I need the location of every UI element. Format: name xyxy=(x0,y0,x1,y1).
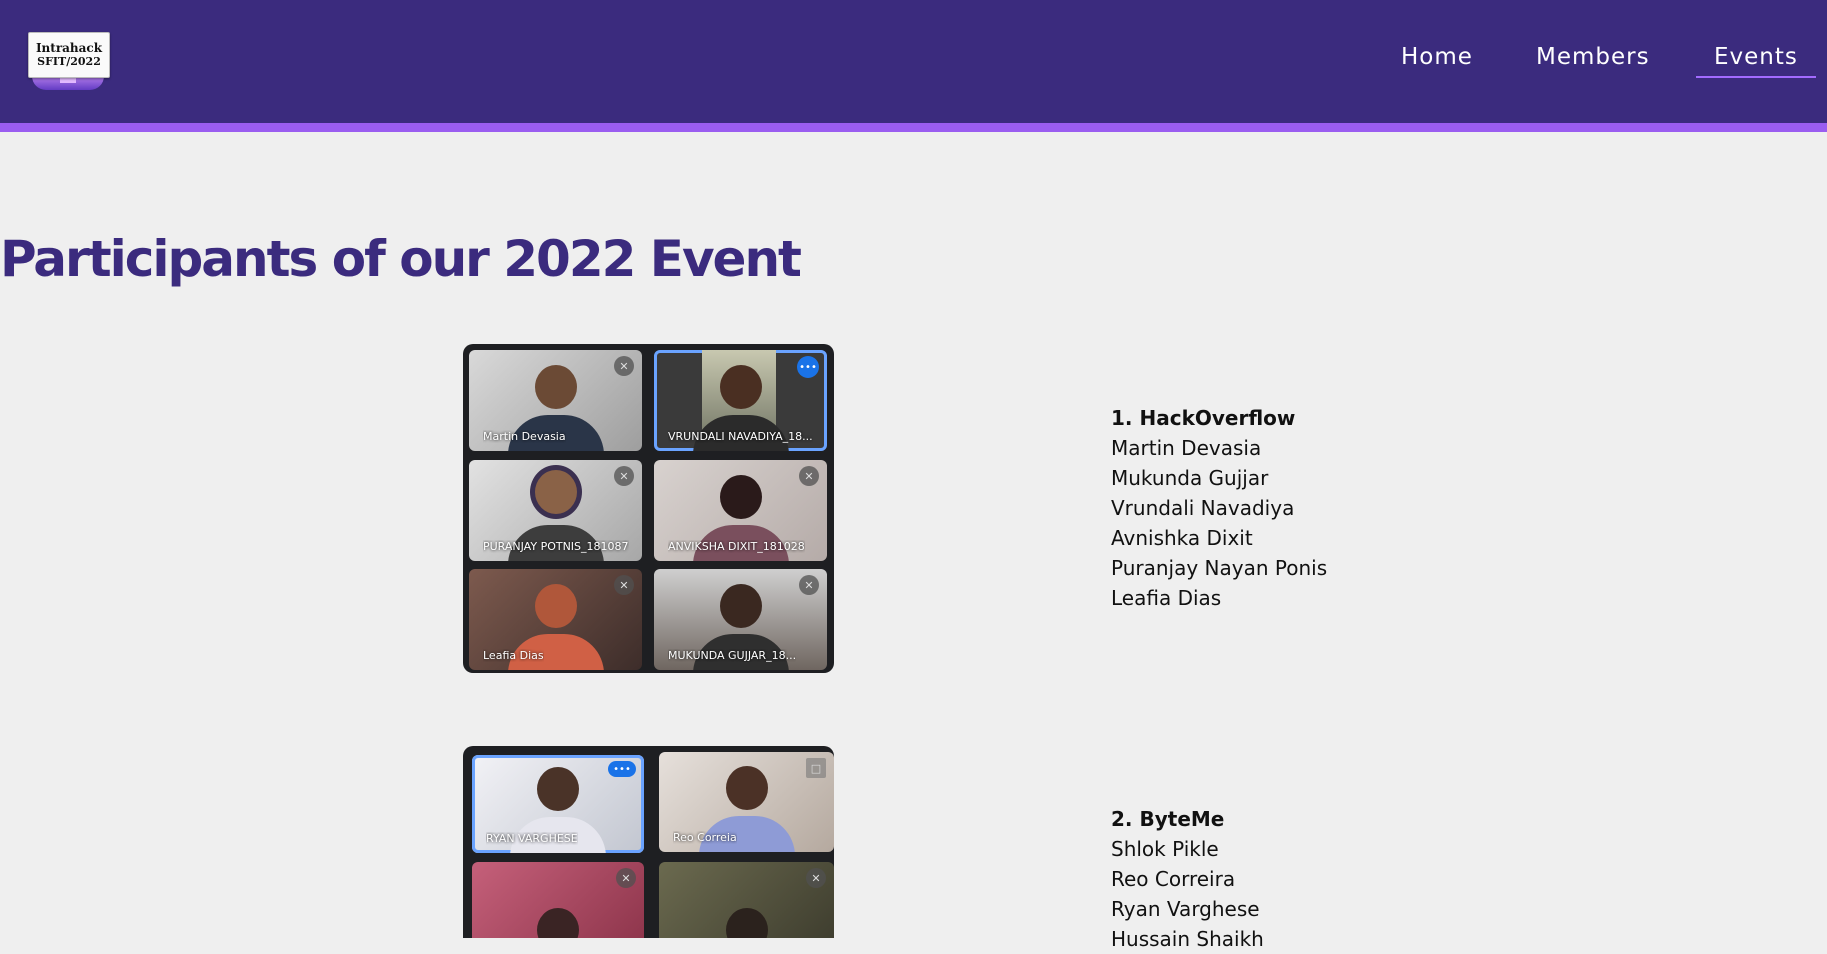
team-name: 1. HackOverflow xyxy=(1111,406,1296,430)
mic-off-icon: ✕ xyxy=(799,466,819,486)
nav-members-link[interactable]: Members xyxy=(1536,44,1650,70)
team-member: Reo Correira xyxy=(1111,867,1236,891)
team-member: Ryan Varghese xyxy=(1111,897,1260,921)
screen-icon: □ xyxy=(806,758,826,778)
logo-text-line2: SFIT/2022 xyxy=(37,55,101,68)
logo-text-line1: Intrahack xyxy=(35,41,103,55)
tile-label: Leafia Dias xyxy=(483,649,544,662)
nav-home-link[interactable]: Home xyxy=(1401,44,1473,70)
team-name: 2. ByteMe xyxy=(1111,807,1225,831)
navbar: Intrahack SFIT/2022 Home Members Events xyxy=(0,0,1827,123)
navbar-accent-bar xyxy=(0,123,1827,132)
video-tile: ✕ MUKUNDA GUJJAR_18... xyxy=(654,569,827,670)
team-1-meeting-screenshot: ✕ Martin Devasia ••• VRUNDALI NAVADIYA_1… xyxy=(463,344,834,673)
tile-label: Martin Devasia xyxy=(483,430,566,443)
video-tile: ✕ ANVIKSHA DIXIT_181028 xyxy=(654,460,827,561)
logo-card: Intrahack SFIT/2022 xyxy=(28,32,110,78)
nav-events-link[interactable]: Events xyxy=(1696,44,1816,78)
team-member: Puranjay Nayan Ponis xyxy=(1111,556,1328,580)
video-tile: ••• VRUNDALI NAVADIYA_18... xyxy=(654,350,827,451)
team-member: Avnishka Dixit xyxy=(1111,526,1253,550)
participant-head xyxy=(725,766,768,810)
mic-off-icon: ✕ xyxy=(616,868,636,888)
speaking-icon: ••• xyxy=(797,356,819,378)
tile-label: ANVIKSHA DIXIT_181028 xyxy=(668,540,805,553)
mic-off-icon: ✕ xyxy=(614,575,634,595)
team-member: Vrundali Navadiya xyxy=(1111,496,1295,520)
participant-head xyxy=(719,475,762,519)
tile-label: MUKUNDA GUJJAR_18... xyxy=(668,649,797,662)
mic-off-icon: ✕ xyxy=(614,466,634,486)
team-member: Mukunda Gujjar xyxy=(1111,466,1269,490)
tile-label: Reo Correia xyxy=(673,831,737,844)
mic-off-icon: ✕ xyxy=(614,356,634,376)
team-member: Shlok Pikle xyxy=(1111,837,1219,861)
mic-off-icon: ✕ xyxy=(799,575,819,595)
participant-head xyxy=(537,767,579,811)
participant-head xyxy=(719,365,762,409)
participant-head xyxy=(537,908,579,938)
participant-head xyxy=(534,584,577,628)
team-member: Hussain Shaikh xyxy=(1111,927,1264,951)
mic-off-icon: ✕ xyxy=(806,868,826,888)
participant-head xyxy=(719,584,762,628)
video-tile: ✕ Leafia Dias xyxy=(469,569,642,670)
tile-label: VRUNDALI NAVADIYA_18... xyxy=(668,430,813,443)
video-tile: ✕ Martin Devasia xyxy=(469,350,642,451)
team-member: Leafia Dias xyxy=(1111,586,1222,610)
video-tile: ••• RYAN VARGHESE xyxy=(472,755,644,853)
more-options-icon: ••• xyxy=(608,761,636,777)
tile-label: PURANJAY POTNIS_181087 xyxy=(483,540,629,553)
team-2-meeting-screenshot: ••• RYAN VARGHESE □ Reo Correia ✕ ✕ xyxy=(463,746,834,938)
video-tile: ✕ xyxy=(659,862,834,938)
page-title: Participants of our 2022 Event xyxy=(0,230,802,288)
participant-head xyxy=(534,365,577,409)
video-tile: ✕ xyxy=(472,862,644,938)
tile-label: RYAN VARGHESE xyxy=(486,832,578,845)
intrahack-logo[interactable]: Intrahack SFIT/2022 xyxy=(24,30,114,94)
team-1-roster: 1. HackOverflow Martin Devasia Mukunda G… xyxy=(1111,403,1327,613)
team-2-roster: 2. ByteMe Shlok Pikle Reo Correira Ryan … xyxy=(1111,804,1264,954)
participant-head xyxy=(725,908,768,938)
video-tile: □ Reo Correia xyxy=(659,752,834,852)
video-tile: ✕ PURANJAY POTNIS_181087 xyxy=(469,460,642,561)
participant-head xyxy=(529,465,582,519)
team-member: Martin Devasia xyxy=(1111,436,1262,460)
